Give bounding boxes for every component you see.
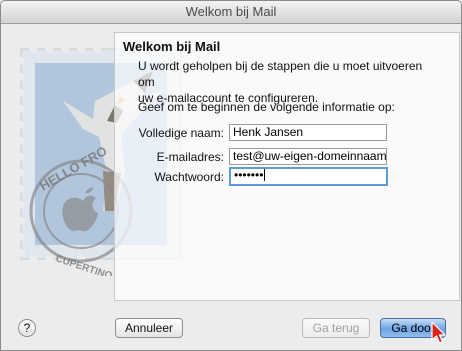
mouse-pointer-icon: [431, 321, 446, 344]
intro-line-1: U wordt geholpen bij de stappen die u mo…: [138, 59, 423, 89]
password-label: Wachtwoord:: [154, 170, 224, 184]
window-title: Welkom bij Mail: [1, 1, 461, 24]
text-caret: [264, 169, 266, 181]
cancel-button[interactable]: Annuleer: [115, 318, 183, 338]
email-label: E-mailadres:: [156, 150, 224, 164]
password-value: •••••••: [234, 168, 264, 182]
full-name-label: Volledige naam:: [138, 126, 224, 140]
intro-prompt: Geef om te beginnen de volgende informat…: [138, 100, 395, 114]
password-field[interactable]: •••••••: [229, 167, 388, 186]
setup-window: Welkom bij Mail HELLO FRO CUPERTINO Welk…: [0, 0, 462, 351]
help-button[interactable]: ?: [18, 319, 36, 337]
page-heading: Welkom bij Mail: [123, 39, 221, 54]
back-button[interactable]: Ga terug: [302, 318, 370, 338]
full-name-field[interactable]: Henk Jansen: [229, 124, 387, 141]
email-field[interactable]: test@uw-eigen-domeinnaam.n: [229, 148, 387, 165]
